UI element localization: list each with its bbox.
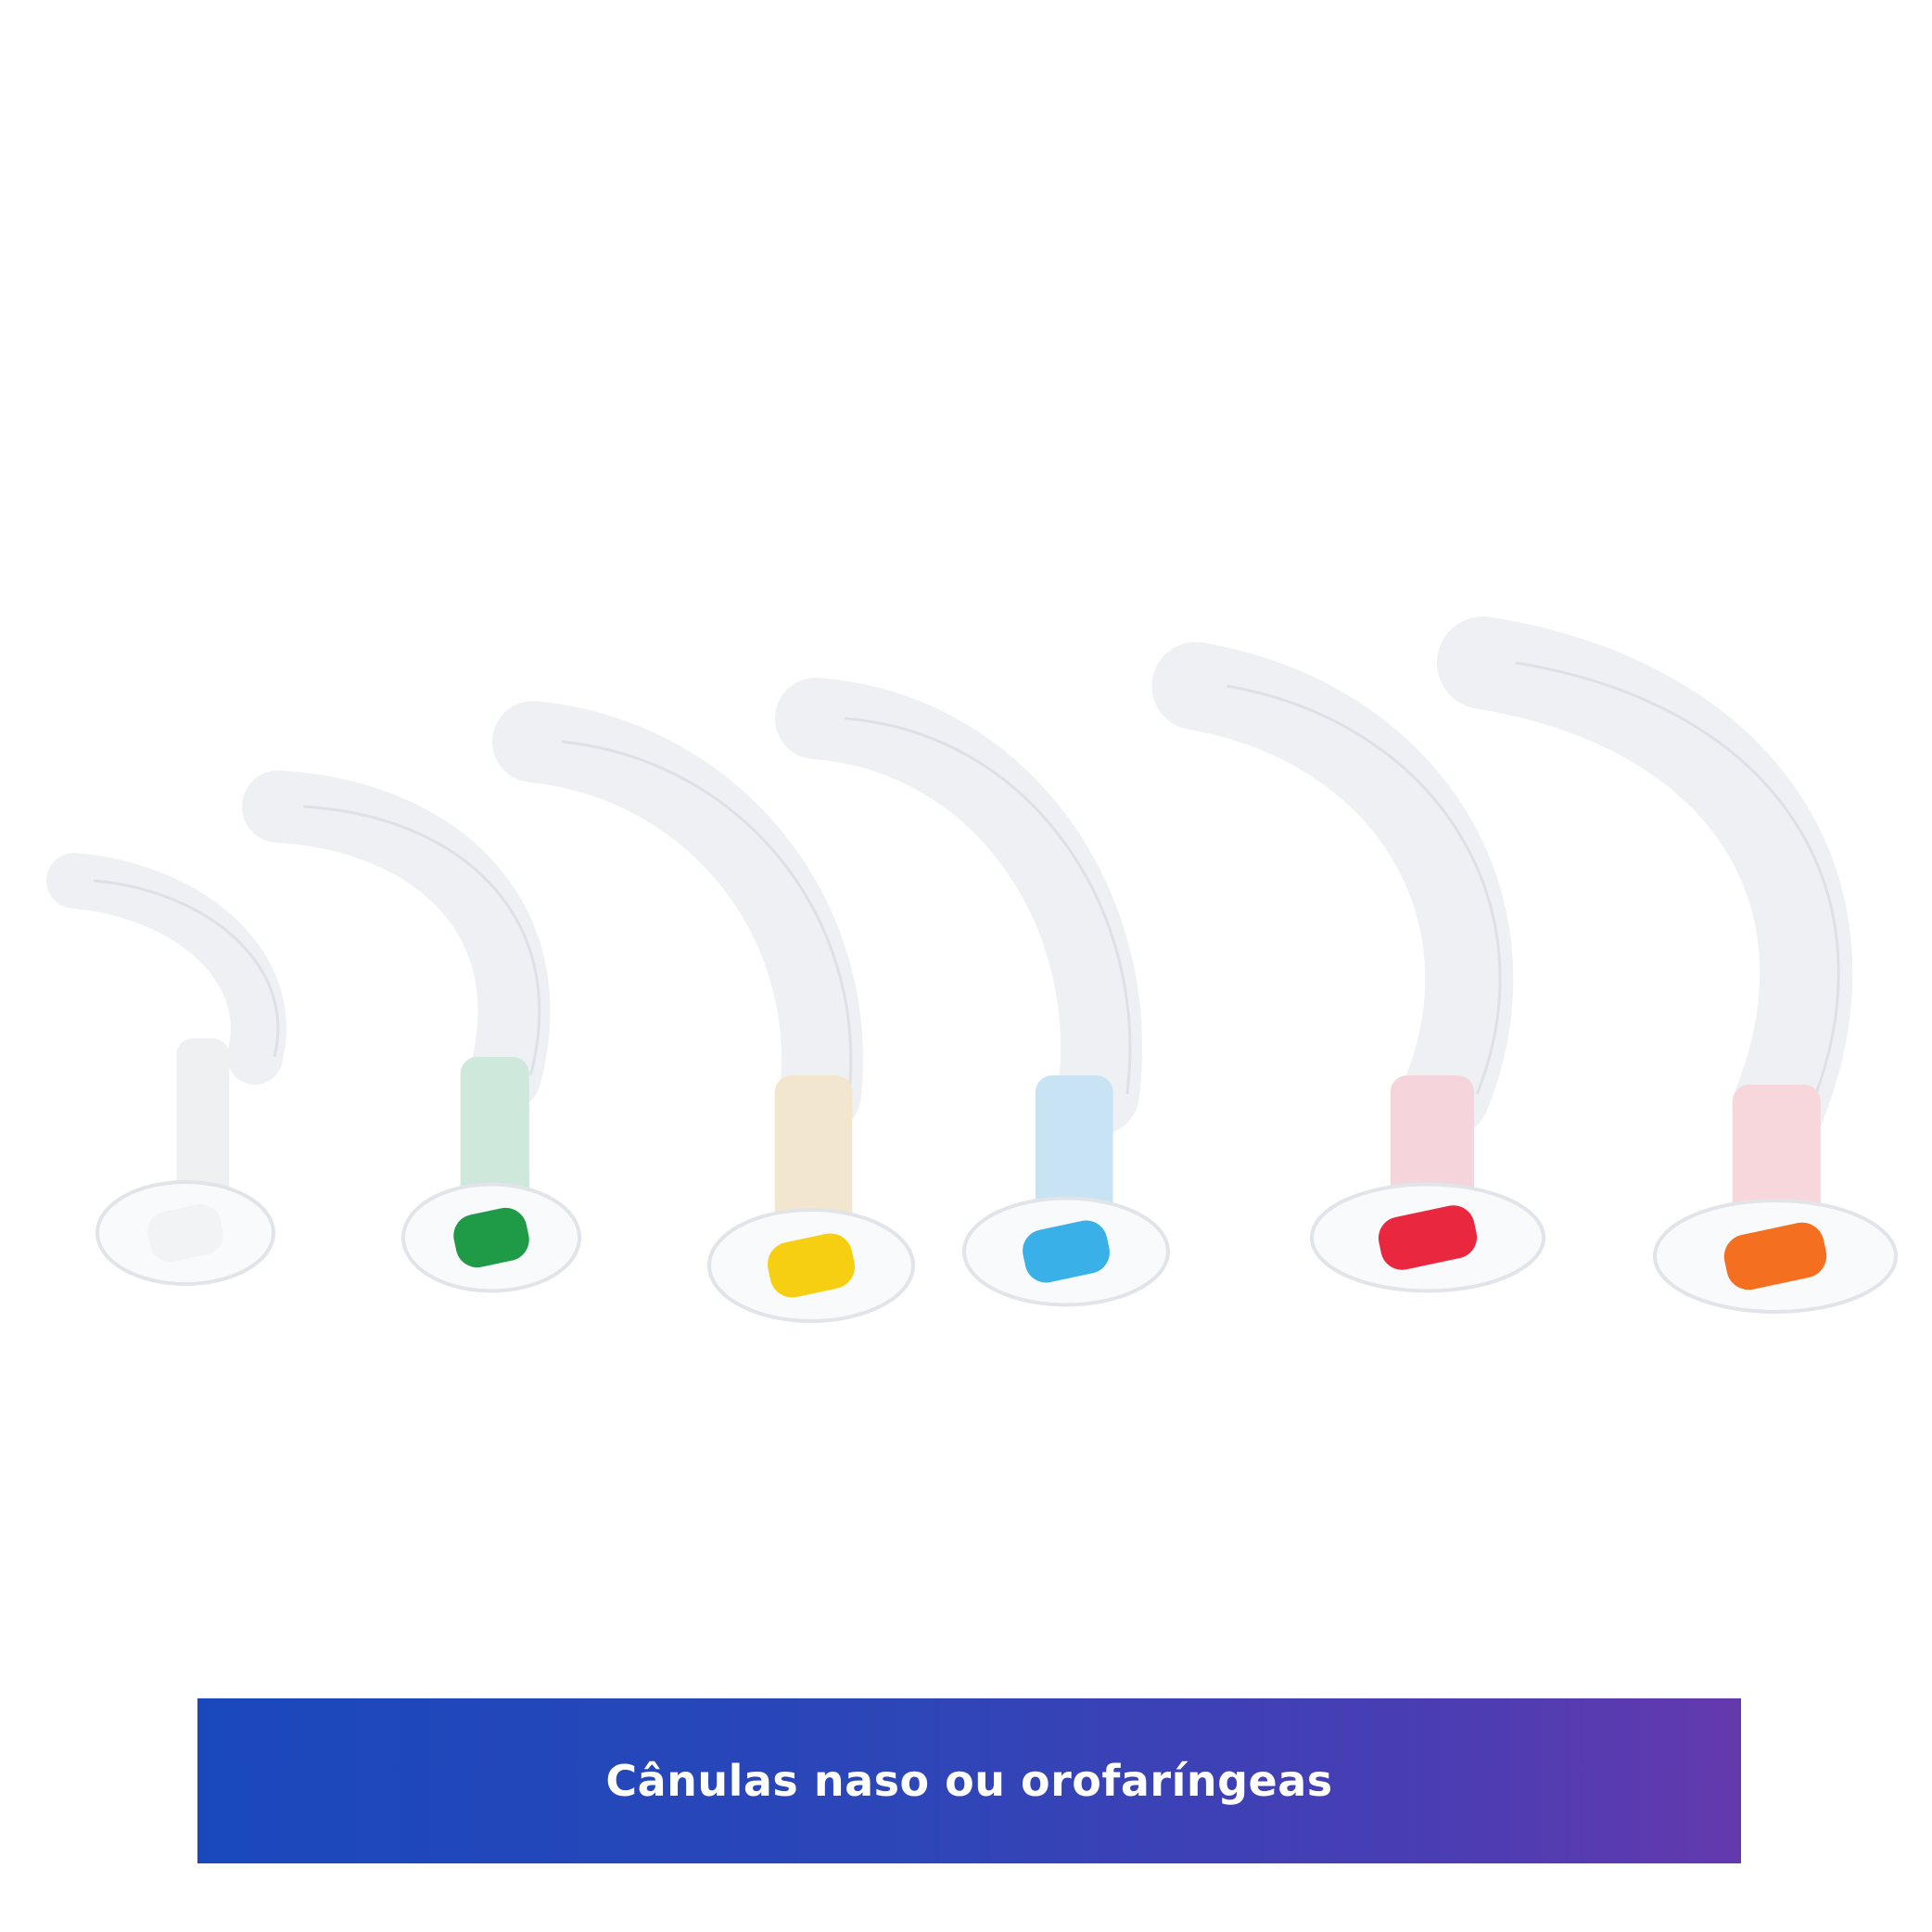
- airways-group: [46, 616, 1898, 1323]
- airway-orange: [1437, 616, 1898, 1314]
- caption-text: Cânulas naso ou orofaríngeas: [605, 1756, 1333, 1806]
- airway-tube: [46, 853, 286, 1085]
- airway-white: [46, 853, 286, 1286]
- airway-yellow: [492, 701, 915, 1323]
- airway-blue: [775, 678, 1170, 1307]
- caption-banner: Cânulas naso ou orofaríngeas: [197, 1698, 1741, 1863]
- product-photo: [46, 616, 1898, 1323]
- airway-red: [1151, 642, 1545, 1293]
- airway-tube: [1151, 642, 1514, 1138]
- airway-tube: [242, 770, 551, 1112]
- airway-green: [242, 770, 581, 1293]
- airway-tube: [1437, 616, 1853, 1150]
- airway-tube: [492, 701, 863, 1135]
